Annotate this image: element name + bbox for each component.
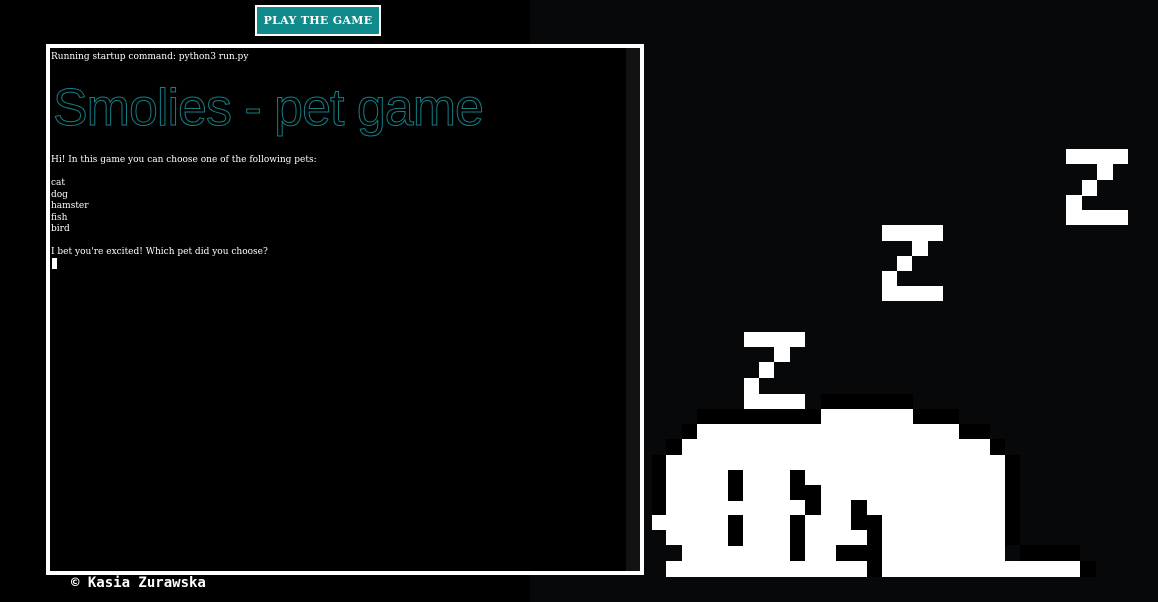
game-title-banner: Smolies - pet game: [53, 79, 485, 138]
sleeping-pet-icon: [652, 394, 1096, 577]
pet-option-fish: fish: [51, 212, 68, 223]
play-the-game-button[interactable]: PLAY THE GAME: [255, 5, 381, 36]
terminal-window[interactable]: Running startup command: python3 run.py …: [46, 44, 644, 575]
pet-option-bird: bird: [51, 224, 70, 234]
copyright-text: © Kasia Zurawska: [71, 575, 206, 591]
pet-option-dog: dog: [51, 189, 68, 200]
pet-option-hamster: hamster: [51, 201, 89, 211]
terminal-cursor[interactable]: [52, 258, 57, 269]
startup-command-line: Running startup command: python3 run.py: [51, 52, 249, 62]
z-letter-icon-medium: [882, 225, 943, 301]
pet-choice-prompt: I bet you're excited! Which pet did you …: [51, 247, 268, 257]
terminal-scrollbar[interactable]: [626, 48, 640, 571]
z-letter-icon-large: [1066, 149, 1128, 225]
intro-text: Hi! In this game you can choose one of t…: [51, 155, 317, 165]
pet-option-cat: cat: [51, 178, 66, 188]
z-letter-icon-small: [744, 332, 805, 409]
